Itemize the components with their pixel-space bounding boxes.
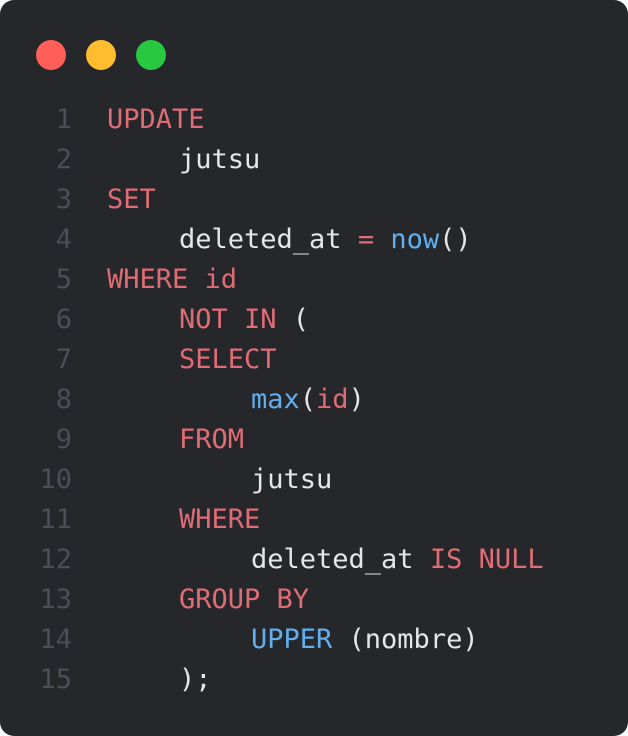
text-token: () — [439, 224, 472, 255]
code-text: GROUP BY — [179, 580, 309, 620]
text-token: (nombre) — [332, 624, 479, 655]
line-number: 7 — [55, 344, 72, 375]
keyword-token: UPDATE — [107, 104, 205, 135]
line-number: 9 — [55, 424, 72, 455]
code-text: jutsu — [179, 140, 260, 180]
code-window: 1 UPDATE 2 jutsu 3 SET 4 deleted_at = now() 5 WHE… — [0, 0, 628, 736]
text-token: ); — [179, 664, 212, 695]
line-number: 15 — [39, 664, 72, 695]
code-text: UPDATE — [107, 100, 205, 140]
line-number: 8 — [55, 384, 72, 415]
code-text: UPPER (nombre) — [251, 620, 479, 660]
keyword-token: FROM — [179, 424, 245, 455]
code-text: SET — [107, 180, 156, 220]
keyword-token: = — [341, 224, 391, 255]
line-number: 6 — [55, 304, 72, 335]
line-number: 1 — [55, 104, 72, 135]
line-number: 2 — [55, 144, 72, 175]
text-token: deleted_at — [251, 544, 430, 575]
keyword-token: IS NULL — [429, 544, 544, 575]
code-text: WHERE — [179, 500, 260, 540]
code-text: jutsu — [251, 460, 332, 500]
line-number: 11 — [39, 504, 72, 535]
line-number: 10 — [39, 464, 72, 495]
line-number: 5 — [55, 264, 72, 295]
code-text: SELECT — [179, 340, 277, 380]
keyword-token: WHERE id — [107, 264, 238, 295]
function-token: UPPER — [251, 624, 333, 655]
code-text: deleted_at = now() — [179, 220, 472, 260]
function-token: max — [251, 384, 300, 415]
text-token: jutsu — [179, 144, 261, 175]
keyword-token: SET — [107, 184, 156, 215]
code-text: deleted_at IS NULL — [251, 540, 544, 580]
text-token: ( — [299, 384, 317, 415]
line-number: 13 — [39, 584, 72, 615]
text-token: ) — [348, 384, 365, 415]
minimize-dot[interactable] — [86, 40, 116, 70]
code-text: NOT IN ( — [179, 300, 309, 340]
line-number: 14 — [39, 624, 72, 655]
function-token: now — [390, 224, 440, 255]
keyword-token: WHERE — [179, 504, 261, 535]
keyword-token: SELECT — [179, 344, 277, 375]
code-text: ); — [179, 660, 212, 700]
keyword-token: GROUP BY — [179, 584, 310, 615]
text-token: deleted_at — [179, 224, 342, 255]
line-number: 3 — [55, 184, 72, 215]
line-number: 4 — [55, 224, 72, 255]
keyword-token: NOT IN — [179, 304, 277, 335]
keyword-token: id — [316, 384, 349, 415]
code-text: max(id) — [251, 380, 365, 420]
text-token: ( — [276, 304, 310, 335]
close-dot[interactable] — [36, 40, 66, 70]
line-number: 12 — [39, 544, 72, 575]
text-token: jutsu — [251, 464, 333, 495]
maximize-dot[interactable] — [136, 40, 166, 70]
code-text: WHERE id — [107, 260, 237, 300]
code-text: FROM — [179, 420, 244, 460]
